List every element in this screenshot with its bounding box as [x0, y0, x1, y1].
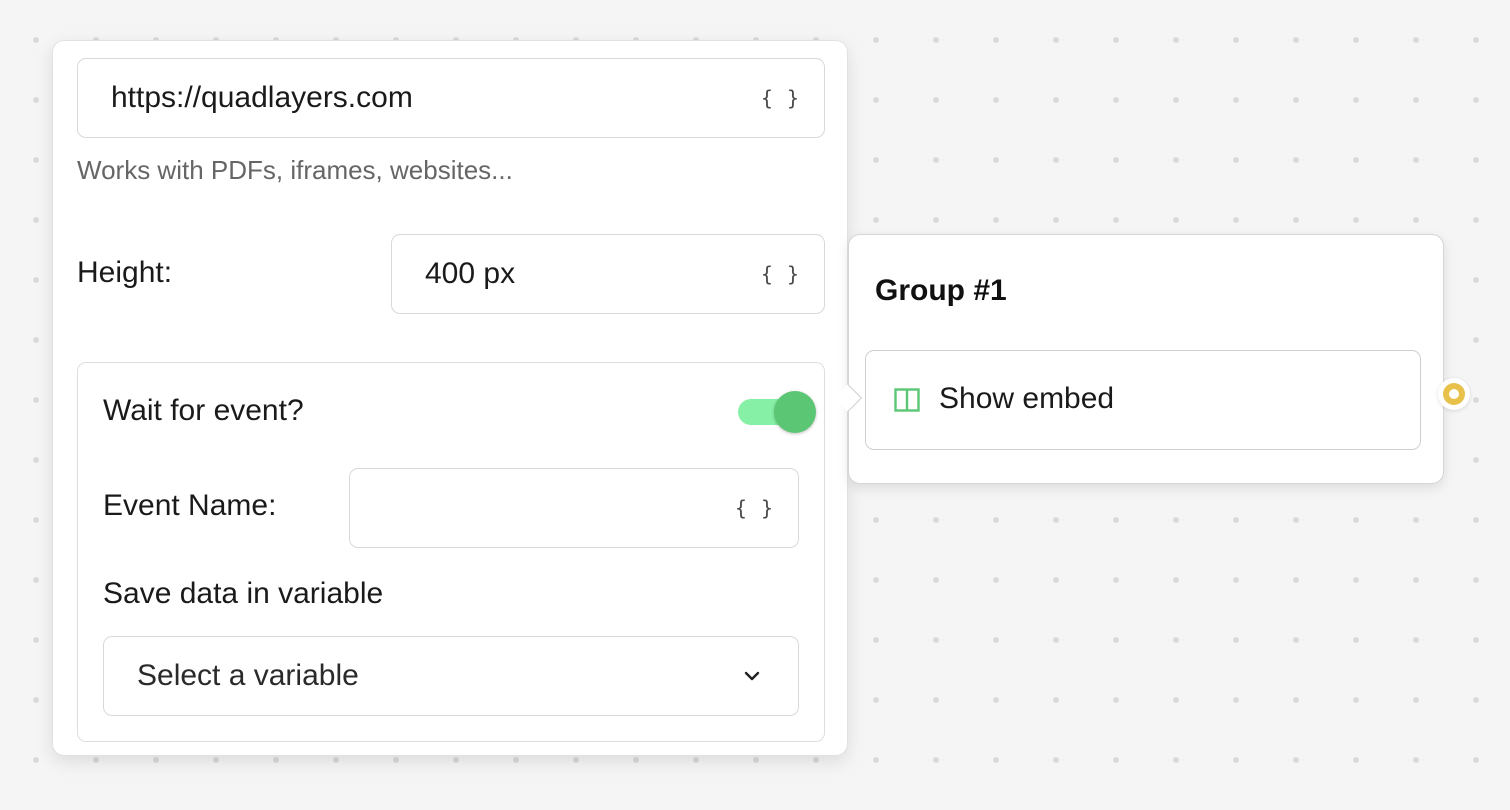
variable-select[interactable]: Select a variable [103, 636, 799, 716]
show-embed-block[interactable]: Show embed [865, 350, 1421, 450]
url-input[interactable]: https://quadlayers.com { } [77, 58, 825, 138]
variable-select-value: Select a variable [137, 659, 359, 692]
event-name-variable-button[interactable]: { } [735, 496, 774, 520]
show-embed-label: Show embed [939, 382, 1115, 415]
height-input[interactable]: 400 px { } [391, 234, 825, 314]
save-data-label: Save data in variable [103, 577, 384, 610]
embed-settings-popover: https://quadlayers.com { } Works with PD… [52, 40, 848, 756]
group-node[interactable]: Group #1 Show embed [848, 234, 1444, 484]
embed-icon [894, 388, 920, 412]
wait-for-event-section: Wait for event? Event Name: { } Save dat… [77, 362, 825, 742]
group-title: Group #1 [875, 274, 1007, 307]
chevron-down-icon [744, 671, 760, 681]
height-label: Height: [77, 256, 173, 289]
connector-ring [1443, 383, 1465, 405]
url-helper-text: Works with PDFs, iframes, websites... [77, 155, 513, 185]
wait-for-event-label: Wait for event? [103, 394, 304, 427]
height-input-value: 400 px [425, 257, 516, 290]
url-input-value: https://quadlayers.com [111, 81, 413, 114]
wait-for-event-toggle[interactable] [738, 391, 816, 433]
event-name-input[interactable]: { } [349, 468, 799, 548]
output-connector-handle[interactable] [1438, 378, 1470, 410]
url-variable-button[interactable]: { } [761, 86, 800, 110]
event-name-label: Event Name: [103, 489, 277, 522]
height-variable-button[interactable]: { } [761, 262, 800, 286]
toggle-knob [774, 391, 816, 433]
